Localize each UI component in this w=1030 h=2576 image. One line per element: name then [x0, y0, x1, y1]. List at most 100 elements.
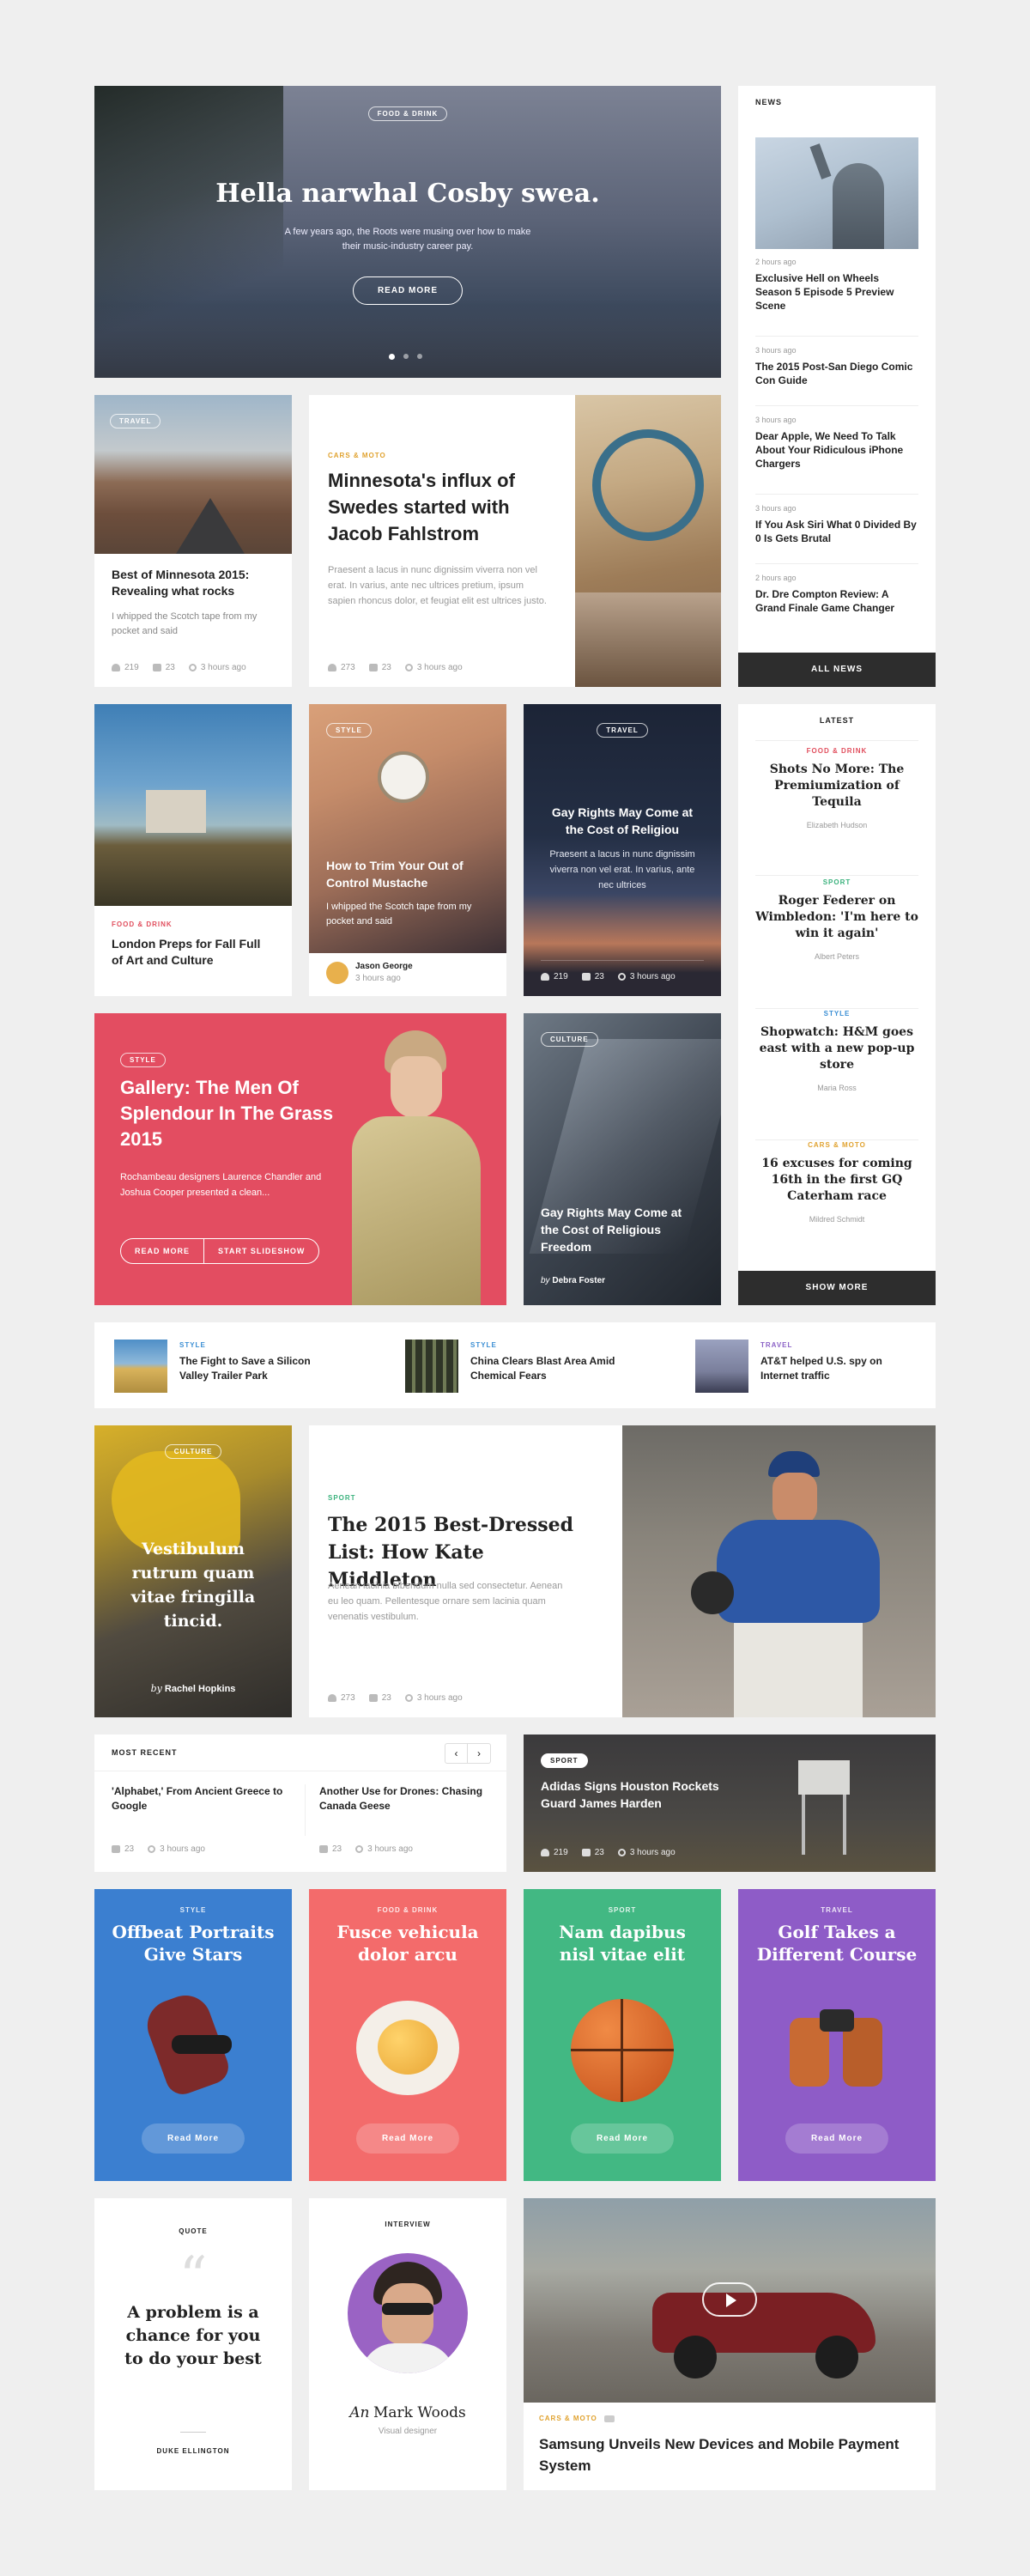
strip-title[interactable]: AT&T helped U.S. spy on Internet traffic [760, 1354, 898, 1383]
slider-dot-active[interactable] [389, 354, 395, 360]
travel-article-title[interactable]: Best of Minnesota 2015: Revealing what r… [112, 567, 275, 599]
news-item[interactable]: 3 hours ago The 2015 Post-San Diego Comic… [755, 346, 918, 406]
latest-item-category[interactable]: Food & Drink [755, 747, 918, 755]
read-more-button[interactable]: Read More [785, 2123, 889, 2154]
color-card-title[interactable]: Nam dapibus nisl vitae elit [541, 1921, 704, 1965]
travel-article-card[interactable]: Travel Best of Minnesota 2015: Revealing… [94, 395, 292, 687]
latest-item-title[interactable]: Shots No More: The Premiumization of Teq… [755, 762, 918, 811]
strip-title[interactable]: China Clears Blast Area Amid Chemical Fe… [470, 1354, 633, 1383]
latest-item-author[interactable]: Mildred Schmidt [755, 1215, 918, 1224]
recent-item-title[interactable]: Another Use for Drones: Chasing Canada G… [319, 1784, 491, 1814]
news-item-title[interactable]: The 2015 Post-San Diego Comic Con Guide [755, 360, 918, 387]
best-dressed-card[interactable]: Sport The 2015 Best-Dressed List: How Ka… [309, 1425, 936, 1717]
latest-item-title[interactable]: Shopwatch: H&M goes east with a new pop-… [755, 1024, 918, 1073]
strip-item[interactable]: Style China Clears Blast Area Amid Chemic… [405, 1340, 633, 1393]
color-card-travel[interactable]: Travel Golf Takes a Different Course Rea… [738, 1889, 936, 2181]
likes[interactable]: 219 [112, 663, 139, 672]
color-card-category[interactable]: Sport [524, 1906, 721, 1914]
adidas-card[interactable]: Sport Adidas Signs Houston Rockets Guard… [524, 1735, 936, 1872]
recent-item-title[interactable]: 'Alphabet,' From Ancient Greece to Googl… [112, 1784, 292, 1814]
samsung-title[interactable]: Samsung Unveils New Devices and Mobile P… [539, 2433, 900, 2476]
latest-item-author[interactable]: Maria Ross [755, 1084, 918, 1092]
style-category-badge[interactable]: Style [120, 1053, 166, 1067]
style-category-badge[interactable]: Style [326, 723, 372, 738]
strip-category[interactable]: Style [179, 1341, 325, 1349]
gay-rights-title[interactable]: Gay Rights May Come at the Cost of Relig… [545, 804, 700, 838]
comments[interactable]: 23 [581, 1848, 604, 1857]
strip-category[interactable]: Travel [760, 1341, 898, 1349]
author-avatar[interactable] [326, 962, 348, 984]
latest-item-title[interactable]: Roger Federer on Wimbledon: 'I'm here to… [755, 893, 918, 942]
color-card-title[interactable]: Offbeat Portraits Give Stars [112, 1921, 275, 1965]
convertible-car-video-thumbnail[interactable] [524, 2198, 936, 2403]
hero-card[interactable]: Food & Drink Hella narwhal Cosby swea. A… [94, 86, 721, 378]
news-statue-image[interactable] [755, 137, 918, 249]
color-card-title[interactable]: Golf Takes a Different Course [755, 1921, 918, 1965]
read-more-button[interactable]: Read More [355, 2123, 460, 2154]
latest-item-category[interactable]: Style [755, 1010, 918, 1018]
vestibulum-author[interactable]: Rachel Hopkins [165, 1684, 236, 1694]
interview-card[interactable]: Interview An Mark Woods Visual designer [309, 2198, 506, 2490]
interviewee-name[interactable]: Mark Woods [373, 2404, 466, 2421]
culture-card[interactable]: Culture Gay Rights May Come at the Cost … [524, 1013, 721, 1305]
vestibulum-card[interactable]: Culture Vestibulum rutrum quam vitae fri… [94, 1425, 292, 1717]
chevron-left-icon[interactable]: ‹ [445, 1744, 468, 1763]
recent-item[interactable]: 'Alphabet,' From Ancient Greece to Googl… [112, 1784, 292, 1814]
hero-title[interactable]: Hella narwhal Cosby swea. [94, 179, 721, 209]
strip-item[interactable]: Style The Fight to Save a Silicon Valley … [114, 1340, 325, 1393]
mustache-title[interactable]: How to Trim Your Out of Control Mustache [326, 857, 489, 891]
latest-item[interactable]: Food & Drink Shots No More: The Premiumiz… [755, 747, 918, 876]
feature-title[interactable]: Minnesota's influx of Swedes started wit… [328, 467, 538, 547]
play-button-icon[interactable] [702, 2282, 757, 2317]
news-item[interactable]: 2 hours ago Dr. Dre Compton Review: A Gra… [755, 574, 918, 627]
latest-item-author[interactable]: Elizabeth Hudson [755, 821, 918, 829]
feature-category[interactable]: Cars & Moto [328, 452, 386, 459]
news-item[interactable]: 3 hours ago Dear Apple, We Need To Talk A… [755, 416, 918, 495]
read-more-button[interactable]: Read More [570, 2123, 675, 2154]
comments[interactable]: 23 [581, 972, 604, 981]
slider-dot[interactable] [417, 354, 422, 359]
likes[interactable]: 219 [541, 972, 568, 981]
hero-category-badge[interactable]: Food & Drink [367, 106, 448, 121]
read-more-button[interactable]: Read More [141, 2123, 245, 2154]
gallery-read-more-button[interactable]: Read More [121, 1239, 205, 1263]
culture-title[interactable]: Gay Rights May Come at the Cost of Relig… [541, 1204, 695, 1255]
vestibulum-title[interactable]: Vestibulum rutrum quam vitae fringilla t… [107, 1537, 279, 1633]
news-item[interactable]: 2 hours ago Exclusive Hell on Wheels Seas… [755, 258, 918, 337]
culture-author[interactable]: Debra Foster [552, 1276, 605, 1285]
latest-item[interactable]: Cars & Moto 16 excuses for coming 16th in… [755, 1141, 918, 1272]
travel-category-badge[interactable]: Travel [597, 723, 648, 738]
color-card-sport[interactable]: Sport Nam dapibus nisl vitae elit Read M… [524, 1889, 721, 2181]
best-dressed-category[interactable]: Sport [328, 1494, 356, 1502]
latest-item-title[interactable]: 16 excuses for coming 16th in the first … [755, 1156, 918, 1205]
color-card-category[interactable]: Travel [738, 1906, 936, 1914]
latest-item[interactable]: Style Shopwatch: H&M goes east with a new… [755, 1010, 918, 1140]
samsung-category[interactable]: Cars & Moto [539, 2415, 597, 2422]
strip-title[interactable]: The Fight to Save a Silicon Valley Trail… [179, 1354, 325, 1383]
chevron-right-icon[interactable]: › [468, 1744, 490, 1763]
start-slideshow-button[interactable]: Start Slideshow [204, 1239, 318, 1263]
culture-category-badge[interactable]: Culture [164, 1444, 222, 1459]
gallery-title[interactable]: Gallery: The Men Of Splendour In The Gra… [120, 1075, 352, 1152]
news-item-title[interactable]: Dr. Dre Compton Review: A Grand Finale G… [755, 587, 918, 615]
hero-read-more-button[interactable]: Read More [352, 276, 464, 305]
color-card-category[interactable]: Style [94, 1906, 292, 1914]
comments[interactable]: 23 [152, 663, 175, 672]
news-item-title[interactable]: Dear Apple, We Need To Talk About Your R… [755, 429, 918, 471]
london-category[interactable]: Food & Drink [112, 920, 173, 928]
latest-item-author[interactable]: Albert Peters [755, 952, 918, 961]
adidas-title[interactable]: Adidas Signs Houston Rockets Guard James… [541, 1777, 738, 1812]
sport-category-badge[interactable]: Sport [541, 1753, 588, 1768]
comments[interactable]: 23 [319, 1844, 342, 1854]
comments[interactable]: 23 [368, 1693, 391, 1703]
gallery-card[interactable]: Style Gallery: The Men Of Splendour In T… [94, 1013, 506, 1305]
latest-item-category[interactable]: Sport [755, 878, 918, 886]
author-name[interactable]: Jason George [355, 962, 413, 971]
likes[interactable]: 219 [541, 1848, 568, 1857]
news-item-title[interactable]: Exclusive Hell on Wheels Season 5 Episod… [755, 271, 918, 313]
culture-category-badge[interactable]: Culture [541, 1032, 598, 1047]
comments[interactable]: 23 [368, 663, 391, 672]
slider-dot[interactable] [403, 354, 409, 359]
samsung-video-card[interactable]: Cars & Moto Samsung Unveils New Devices … [524, 2198, 936, 2490]
feature-article-card[interactable]: Cars & Moto Minnesota's influx of Swedes… [309, 395, 721, 687]
